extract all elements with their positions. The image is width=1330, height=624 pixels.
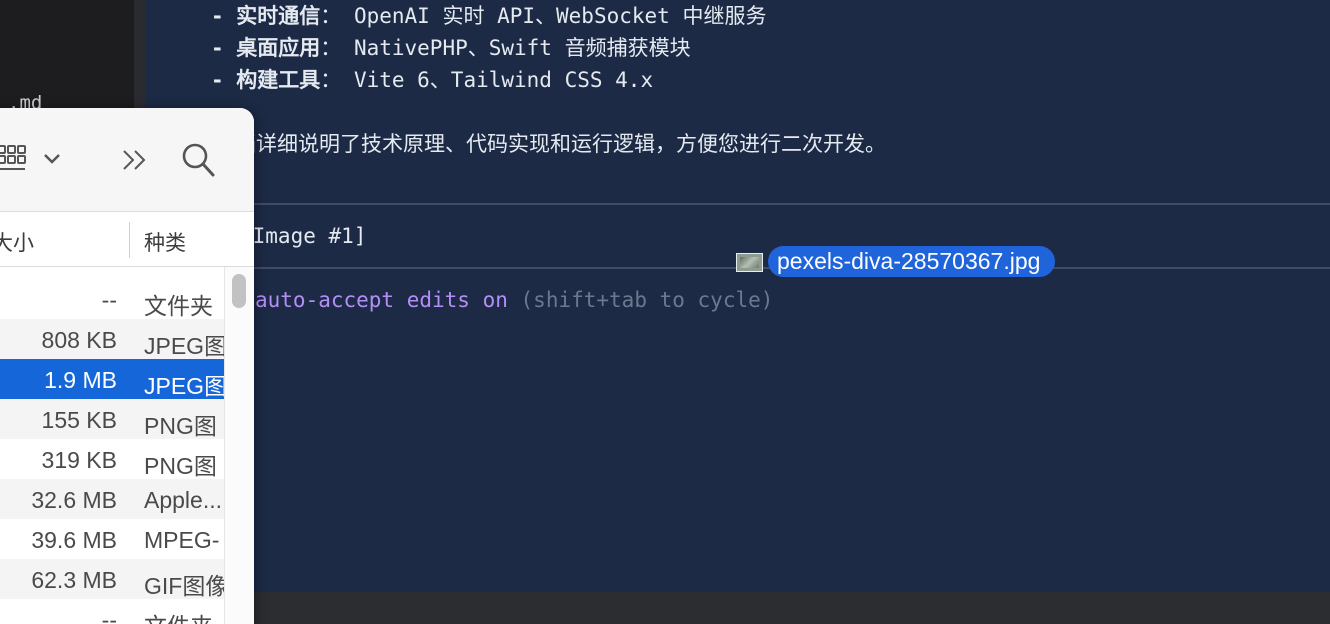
- dragged-file-label[interactable]: pexels-diva-28570367.jpg: [768, 246, 1056, 277]
- search-icon[interactable]: [181, 142, 215, 178]
- file-row-selected[interactable]: 1.9 MB JPEG图: [0, 359, 224, 399]
- image-thumbnail-icon: [736, 253, 763, 272]
- scrollbar-track[interactable]: [224, 267, 254, 624]
- file-row[interactable]: --文件夹: [0, 599, 224, 624]
- tech-line: - 桌面应用： NativePHP、Swift 音频捕获模块: [211, 36, 691, 60]
- summary-line: 档详细说明了技术原理、代码实现和运行逻辑，方便您进行二次开发。: [235, 132, 886, 156]
- terminal-pane[interactable]: - 实时通信： OpenAI 实时 API、WebSocket 中继服务 - 桌…: [145, 0, 1330, 592]
- finder-window[interactable]: 大小 种类 -- 文件夹 808 KB JPEG图 1.9 MB JPEG图 155 …: [0, 108, 254, 624]
- file-row[interactable]: --文件夹: [0, 279, 224, 319]
- grid-view-icon[interactable]: [0, 144, 28, 174]
- accept-edits-status: auto-accept edits on (shift+tab to cycle…: [255, 288, 774, 312]
- file-row[interactable]: 319 KB PNG图: [0, 439, 224, 479]
- finder-toolbar: [0, 108, 254, 212]
- tech-line: - 实时通信： OpenAI 实时 API、WebSocket 中继服务: [211, 4, 767, 28]
- scrollbar-thumb[interactable]: [232, 274, 246, 308]
- double-chevron-icon[interactable]: [121, 148, 149, 172]
- tech-line: - 构建工具： Vite 6、Tailwind CSS 4.x: [211, 68, 654, 92]
- terminal-bottom-bar: [145, 592, 1330, 624]
- file-row[interactable]: 32.6 MB Apple...: [0, 479, 224, 519]
- input-top-divider: [145, 203, 1330, 205]
- column-header-kind[interactable]: 种类: [144, 227, 186, 257]
- file-row[interactable]: 39.6 MB MPEG-: [0, 519, 224, 559]
- column-header-size[interactable]: 大小: [0, 227, 34, 257]
- file-row[interactable]: 808 KB JPEG图: [0, 319, 224, 359]
- prompt-input[interactable]: [Image #1]: [240, 224, 366, 248]
- column-separator[interactable]: [129, 222, 130, 258]
- file-row[interactable]: 155 KB PNG图: [0, 399, 224, 439]
- chevron-down-icon[interactable]: [43, 152, 61, 166]
- file-row[interactable]: 62.3 MB GIF图像: [0, 559, 224, 599]
- finder-file-list: -- 文件夹 808 KB JPEG图 1.9 MB JPEG图 155 KB PNG图…: [0, 279, 224, 624]
- finder-column-header: 大小 种类: [0, 212, 254, 267]
